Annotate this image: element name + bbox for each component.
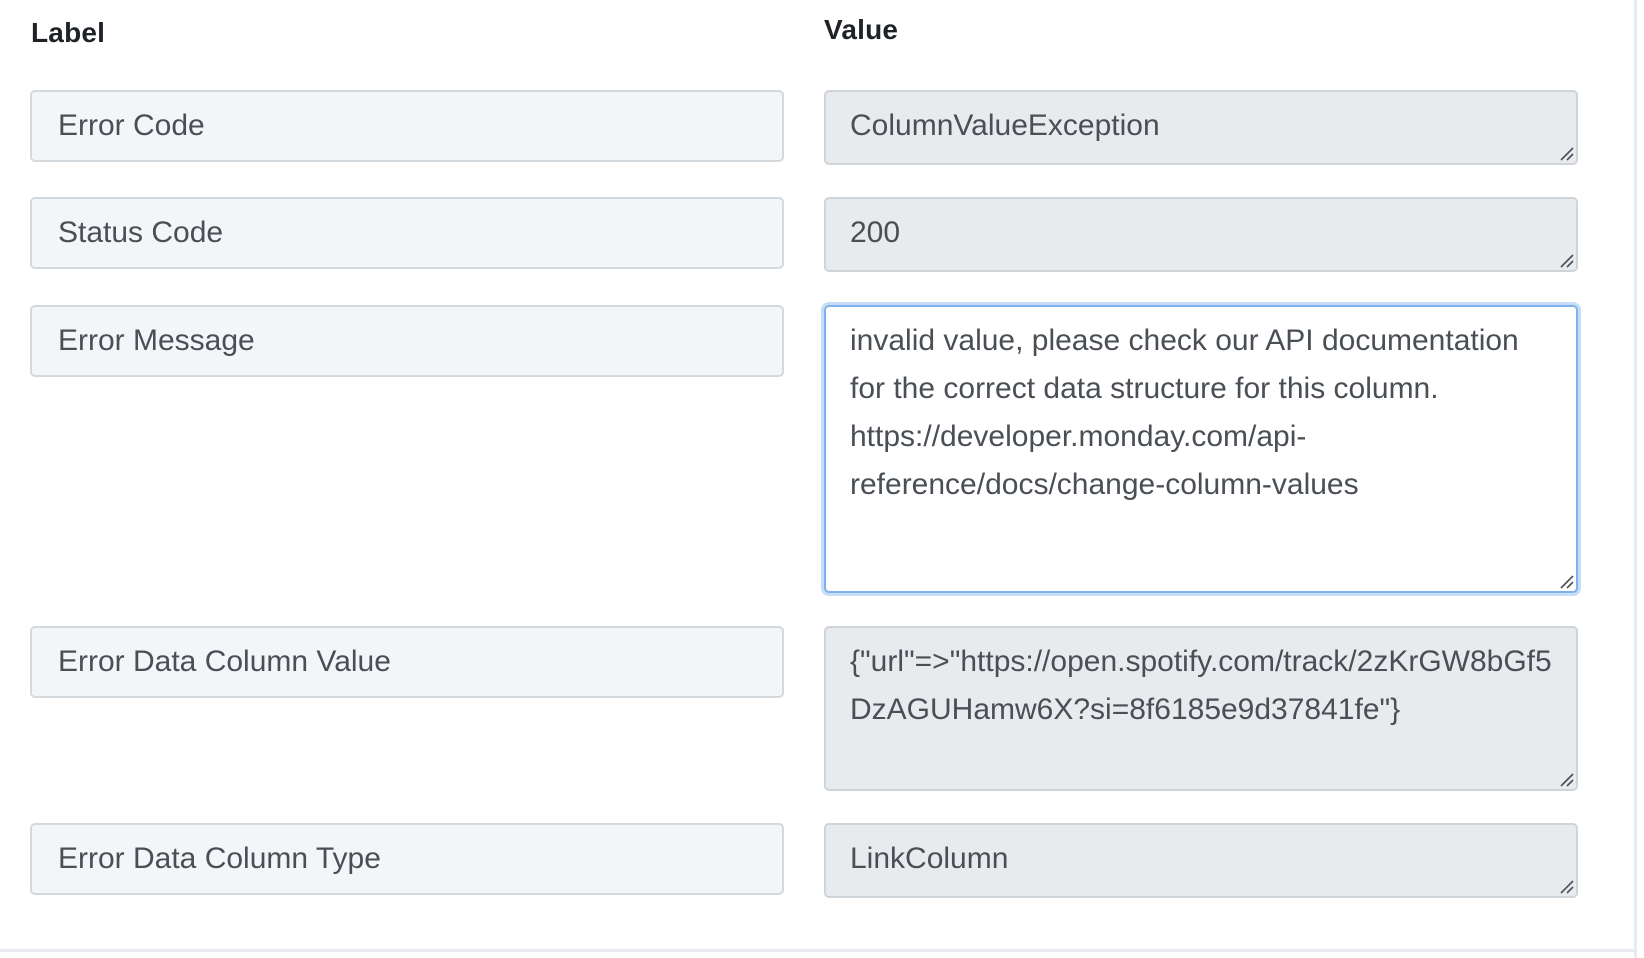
label-field-error-code[interactable]: Error Code: [30, 90, 784, 162]
value-textarea-status-code[interactable]: 200: [824, 197, 1578, 272]
label-field-text: Error Message: [58, 324, 255, 357]
label-field-error-data-column-type[interactable]: Error Data Column Type: [30, 823, 784, 895]
resize-grip-icon[interactable]: [1558, 252, 1574, 268]
resize-grip-icon[interactable]: [1558, 771, 1574, 787]
resize-grip-icon[interactable]: [1558, 878, 1574, 894]
label-field-text: Error Code: [58, 109, 205, 142]
panel-bottom-border: [0, 949, 1636, 952]
field-mapping-panel: Label Value Error Code ColumnValueExcept…: [0, 0, 1644, 958]
label-field-error-message[interactable]: Error Message: [30, 305, 784, 377]
resize-grip-icon[interactable]: [1558, 145, 1574, 161]
label-column-header: Label: [31, 17, 106, 48]
value-textarea-error-data-column-value[interactable]: {"url"=>"https://open.spotify.com/track/…: [824, 626, 1578, 791]
label-field-text: Error Data Column Type: [58, 842, 381, 875]
value-textarea-text: {"url"=>"https://open.spotify.com/track/…: [850, 645, 1552, 726]
label-field-error-data-column-value[interactable]: Error Data Column Value: [30, 626, 784, 698]
value-textarea-text: ColumnValueException: [850, 109, 1160, 142]
label-field-status-code[interactable]: Status Code: [30, 197, 784, 269]
value-textarea-text: 200: [850, 216, 901, 249]
label-field-text: Error Data Column Value: [58, 645, 391, 678]
panel-right-border: [1634, 0, 1637, 958]
value-textarea-error-data-column-type[interactable]: LinkColumn: [824, 823, 1578, 898]
value-column-header: Value: [824, 14, 899, 45]
value-textarea-text: invalid value, please check our API docu…: [850, 324, 1519, 501]
value-textarea-error-message[interactable]: invalid value, please check our API docu…: [824, 305, 1578, 593]
label-field-text: Status Code: [58, 216, 224, 249]
value-textarea-text: LinkColumn: [850, 842, 1009, 875]
value-textarea-error-code[interactable]: ColumnValueException: [824, 90, 1578, 165]
resize-grip-icon[interactable]: [1558, 573, 1574, 589]
